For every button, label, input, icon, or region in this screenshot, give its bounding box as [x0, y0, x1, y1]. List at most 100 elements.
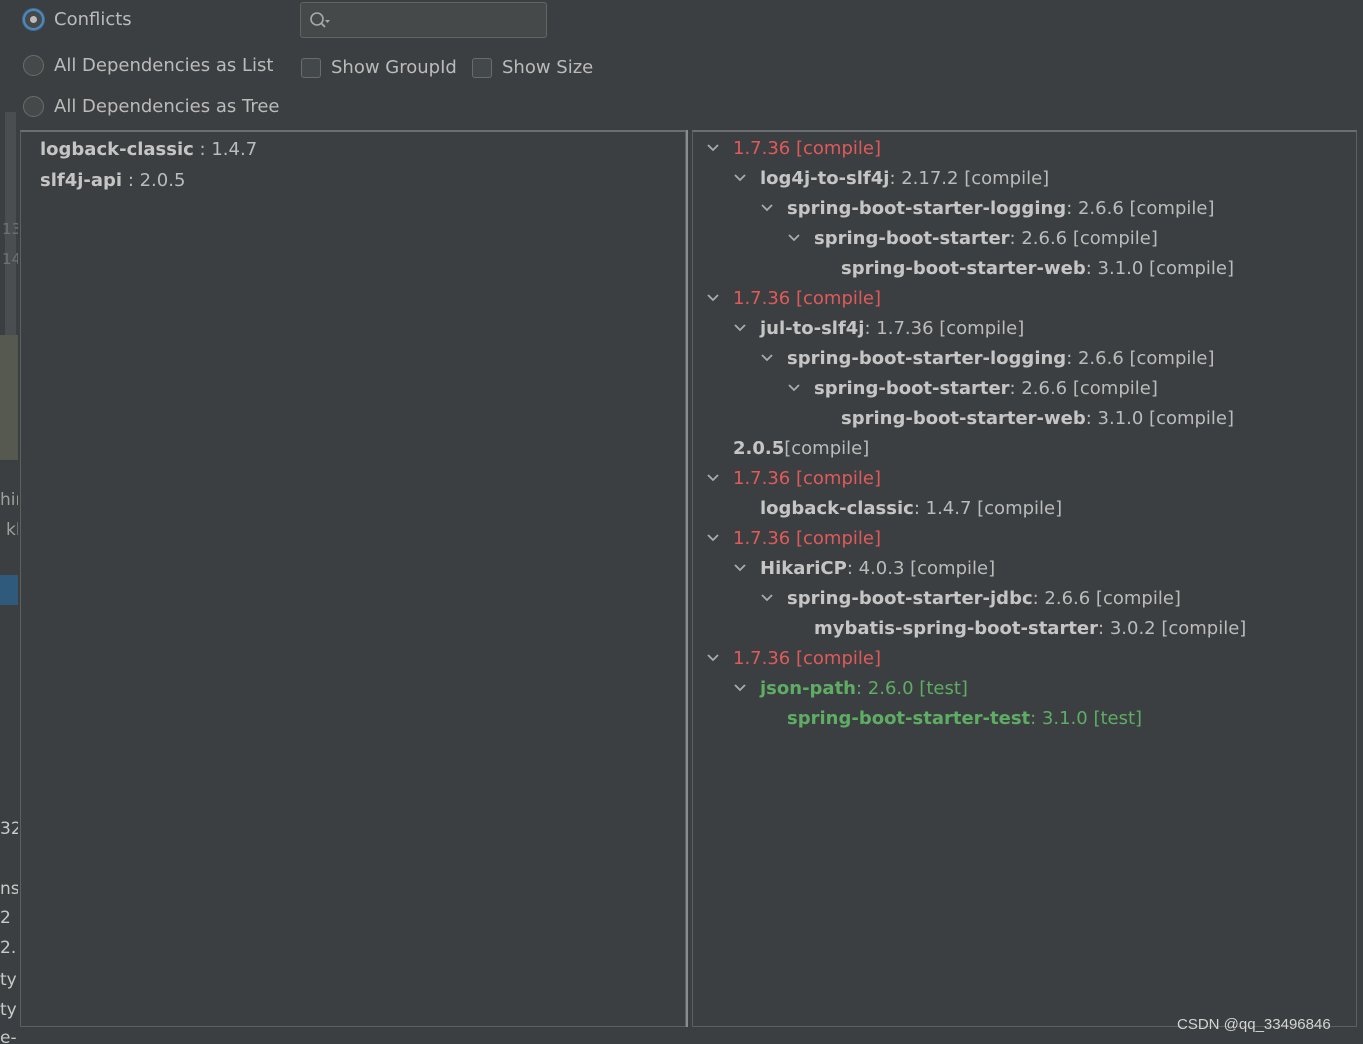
- tree-node[interactable]: mybatis-spring-boot-starter : 3.0.2 [com…: [787, 613, 1246, 643]
- highlight-block: [0, 335, 18, 460]
- artifact-version-scope: : 3.0.2 [compile]: [1098, 617, 1247, 639]
- chevron-down-icon[interactable]: [787, 383, 801, 393]
- tree-node[interactable]: spring-boot-starter-jdbc : 2.6.6 [compil…: [760, 583, 1181, 613]
- artifact-name: spring-boot-starter-test: [787, 707, 1031, 729]
- artifact-version-scope: : 2.6.6 [compile]: [1066, 347, 1215, 369]
- chevron-down-icon[interactable]: [787, 233, 801, 243]
- artifact-name: log4j-to-slf4j: [760, 167, 890, 189]
- tree-node[interactable]: 1.7.36 [compile]: [706, 463, 881, 493]
- selection-block: [0, 575, 18, 605]
- conflict-version: 1.7.36 [compile]: [733, 527, 881, 549]
- artifact-version-scope: : 3.1.0 [test]: [1030, 707, 1143, 729]
- tree-node[interactable]: spring-boot-starter-logging : 2.6.6 [com…: [760, 193, 1215, 223]
- artifact-version-scope: [compile]: [784, 437, 870, 459]
- checkbox-show-size[interactable]: Show Size: [472, 57, 593, 78]
- artifact-version-scope: : 2.6.6 [compile]: [1009, 377, 1158, 399]
- artifact-name: HikariCP: [760, 557, 847, 579]
- checkbox-box: [301, 57, 321, 78]
- artifact-name: spring-boot-starter: [814, 227, 1010, 249]
- tree-node[interactable]: spring-boot-starter-web : 3.1.0 [compile…: [814, 403, 1234, 433]
- search-input[interactable]: [335, 7, 539, 35]
- editor-text-fragment: hin: [0, 490, 18, 510]
- editor-edge-strip: 13 14 hin kl 32 ns 2 2.1 typ typ e-: [0, 0, 18, 1044]
- artifact-version-scope: : 2.6.6 [compile]: [1066, 197, 1215, 219]
- artifact-version-scope: : 1.4.7 [compile]: [913, 497, 1063, 519]
- tree-node[interactable]: spring-boot-starter-test : 3.1.0 [test]: [760, 703, 1142, 733]
- radio-label: All Dependencies as Tree: [54, 96, 280, 117]
- checkbox-label: Show GroupId: [331, 57, 457, 78]
- radio-conflicts[interactable]: Conflicts: [23, 9, 132, 30]
- tree-node[interactable]: 1.7.36 [compile]: [706, 523, 881, 553]
- tree-node[interactable]: 1.7.36 [compile]: [706, 283, 881, 313]
- tree-node[interactable]: json-path : 2.6.0 [test]: [733, 673, 968, 703]
- artifact-name: jul-to-slf4j: [760, 317, 865, 339]
- artifact-name: 2.0.5: [733, 437, 785, 459]
- artifact-name: spring-boot-starter: [814, 377, 1010, 399]
- artifact-version-scope: : 3.1.0 [compile]: [1085, 257, 1235, 279]
- radio-indicator: [23, 96, 44, 117]
- artifact-name: spring-boot-starter-jdbc: [787, 587, 1033, 609]
- chevron-down-icon[interactable]: [706, 293, 720, 303]
- chevron-down-icon[interactable]: [706, 143, 720, 153]
- conflict-version: 1.7.36 [compile]: [733, 287, 881, 309]
- chevron-down-icon[interactable]: [733, 173, 747, 183]
- conflict-item[interactable]: logback-classic : 1.4.7: [40, 139, 257, 160]
- chevron-down-icon[interactable]: [733, 563, 747, 573]
- chevron-down-icon[interactable]: [733, 323, 747, 333]
- tree-node[interactable]: spring-boot-starter-web : 3.1.0 [compile…: [814, 253, 1234, 283]
- artifact-version-scope: : 2.6.6 [compile]: [1009, 227, 1158, 249]
- conflict-item[interactable]: slf4j-api : 2.0.5: [40, 170, 185, 191]
- chevron-down-icon[interactable]: [733, 683, 747, 693]
- tree-node[interactable]: 1.7.36 [compile]: [706, 643, 881, 673]
- chevron-down-icon[interactable]: [706, 653, 720, 663]
- radio-all-dependencies-list[interactable]: All Dependencies as List: [23, 55, 273, 76]
- gutter-line-number: 13: [2, 220, 18, 238]
- tree-node[interactable]: logback-classic : 1.4.7 [compile]: [733, 493, 1062, 523]
- conflict-version: 1.7.36 [compile]: [733, 467, 881, 489]
- artifact-name: spring-boot-starter-logging: [787, 347, 1067, 369]
- editor-text-fragment: typ: [0, 970, 18, 990]
- radio-label: Conflicts: [54, 9, 132, 30]
- chevron-down-icon[interactable]: [760, 353, 774, 363]
- conflicts-list-panel: logback-classic : 1.4.7 slf4j-api : 2.0.…: [20, 130, 686, 1027]
- separator: :: [122, 170, 140, 191]
- separator: :: [193, 139, 212, 160]
- watermark: CSDN @qq_33496846: [1177, 1016, 1331, 1033]
- radio-all-dependencies-tree[interactable]: All Dependencies as Tree: [23, 96, 280, 117]
- editor-text-fragment: e-: [0, 1028, 17, 1044]
- chevron-down-icon[interactable]: [760, 593, 774, 603]
- checkbox-label: Show Size: [502, 57, 594, 78]
- checkbox-show-groupid[interactable]: Show GroupId: [301, 57, 457, 78]
- artifact-version: 1.4.7: [211, 139, 258, 160]
- tree-node[interactable]: spring-boot-starter-logging : 2.6.6 [com…: [760, 343, 1215, 373]
- tree-node[interactable]: spring-boot-starter : 2.6.6 [compile]: [787, 373, 1158, 403]
- editor-text-fragment: 2: [0, 908, 11, 928]
- tree-node[interactable]: log4j-to-slf4j : 2.17.2 [compile]: [733, 163, 1049, 193]
- chevron-down-icon[interactable]: [706, 473, 720, 483]
- tree-node[interactable]: spring-boot-starter : 2.6.6 [compile]: [787, 223, 1158, 253]
- editor-text-fragment: typ: [0, 1000, 18, 1020]
- editor-text-fragment: ns: [0, 879, 18, 899]
- artifact-version-scope: : 3.1.0 [compile]: [1085, 407, 1235, 429]
- search-box[interactable]: [300, 2, 547, 38]
- radio-indicator: [23, 55, 44, 76]
- checkbox-box: [472, 57, 492, 78]
- conflict-version: 1.7.36 [compile]: [733, 647, 881, 669]
- tree-node[interactable]: jul-to-slf4j : 1.7.36 [compile]: [733, 313, 1024, 343]
- tree-node[interactable]: 2.0.5 [compile]: [706, 433, 869, 463]
- tree-node[interactable]: 1.7.36 [compile]: [706, 133, 881, 163]
- artifact-version-scope: : 1.7.36 [compile]: [864, 317, 1025, 339]
- radio-label: All Dependencies as List: [54, 55, 274, 76]
- artifact-name: json-path: [760, 677, 856, 699]
- editor-text-fragment: 2.1: [0, 938, 18, 958]
- artifact-name: spring-boot-starter-web: [841, 257, 1086, 279]
- editor-text-fragment: kl: [6, 520, 18, 540]
- dependency-tree-panel: 1.7.36 [compile] log4j-to-slf4j : 2.17.2 …: [692, 130, 1357, 1027]
- chevron-down-icon[interactable]: [706, 533, 720, 543]
- editor-text-fragment: 32: [0, 819, 18, 839]
- artifact-name: spring-boot-starter-web: [841, 407, 1086, 429]
- artifact-version: 2.0.5: [139, 170, 186, 191]
- chevron-down-icon[interactable]: [760, 203, 774, 213]
- search-icon[interactable]: [309, 11, 331, 31]
- tree-node[interactable]: HikariCP : 4.0.3 [compile]: [733, 553, 995, 583]
